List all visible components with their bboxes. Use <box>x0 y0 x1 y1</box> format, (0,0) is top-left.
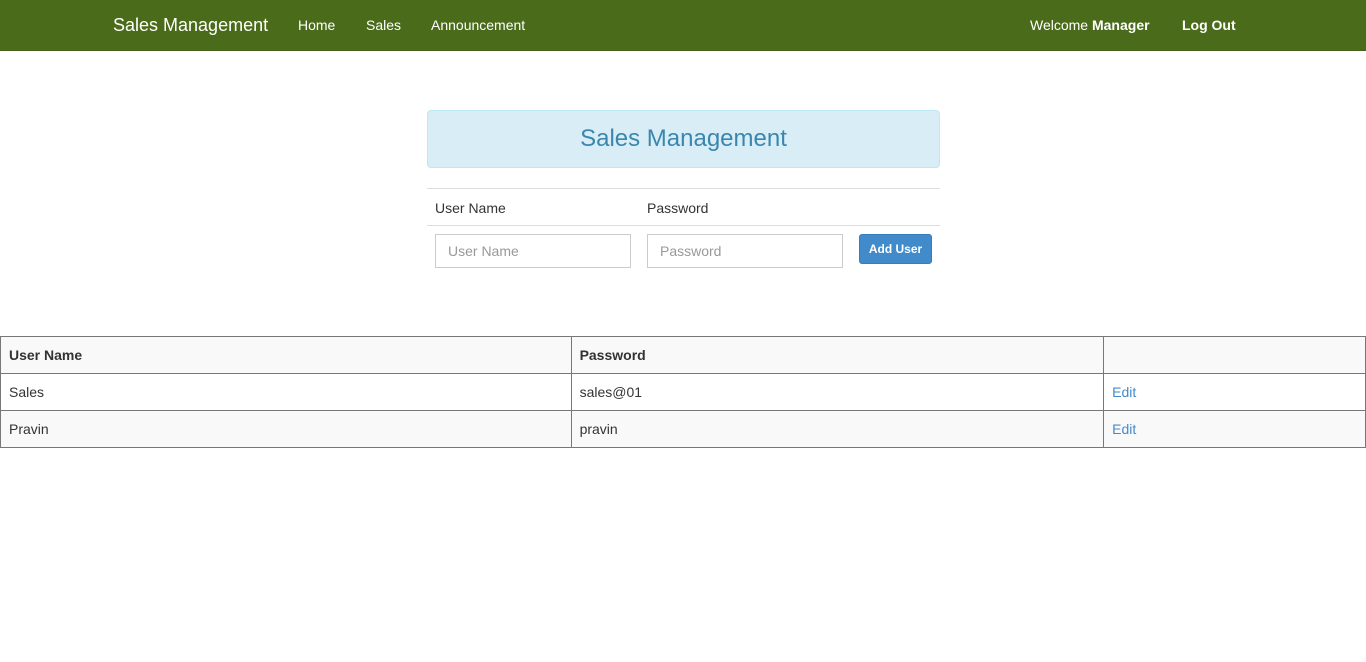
header-password: Password <box>570 336 1105 374</box>
page-title: Sales Management <box>580 125 787 152</box>
cell-action: Edit <box>1103 373 1366 411</box>
table-header-row: User Name Password <box>0 336 1366 374</box>
cell-username: Sales <box>0 373 572 411</box>
nav-home-link[interactable]: Home <box>298 16 335 34</box>
table-row: Pravin pravin Edit <box>0 410 1366 448</box>
welcome-message: Welcome Manager <box>1030 16 1150 34</box>
edit-link[interactable]: Edit <box>1112 421 1136 437</box>
nav-announcement-link[interactable]: Announcement <box>431 16 525 34</box>
logout-link[interactable]: Log Out <box>1182 16 1236 34</box>
header-username: User Name <box>0 336 572 374</box>
top-navbar: Sales Management Home Sales Announcement… <box>0 0 1366 51</box>
brand-link[interactable]: Sales Management <box>113 14 268 36</box>
nav-sales-link[interactable]: Sales <box>366 16 401 34</box>
add-user-form: User Name Password Add User <box>427 188 940 278</box>
edit-link[interactable]: Edit <box>1112 384 1136 400</box>
password-label: Password <box>647 200 709 216</box>
header-action <box>1103 336 1366 374</box>
form-divider-top <box>427 188 940 189</box>
cell-action: Edit <box>1103 410 1366 448</box>
username-input[interactable] <box>435 234 631 268</box>
header-panel: Sales Management <box>427 110 940 168</box>
welcome-prefix: Welcome <box>1030 17 1089 33</box>
add-user-button[interactable]: Add User <box>859 234 932 264</box>
form-divider-middle <box>427 225 940 226</box>
table-row: Sales sales@01 Edit <box>0 373 1366 411</box>
cell-password: sales@01 <box>570 373 1105 411</box>
cell-password: pravin <box>570 410 1105 448</box>
users-table: User Name Password Sales sales@01 Edit P… <box>0 336 1366 448</box>
welcome-username: Manager <box>1091 17 1150 33</box>
cell-username: Pravin <box>0 410 572 448</box>
username-label: User Name <box>435 200 506 216</box>
password-input[interactable] <box>647 234 843 268</box>
